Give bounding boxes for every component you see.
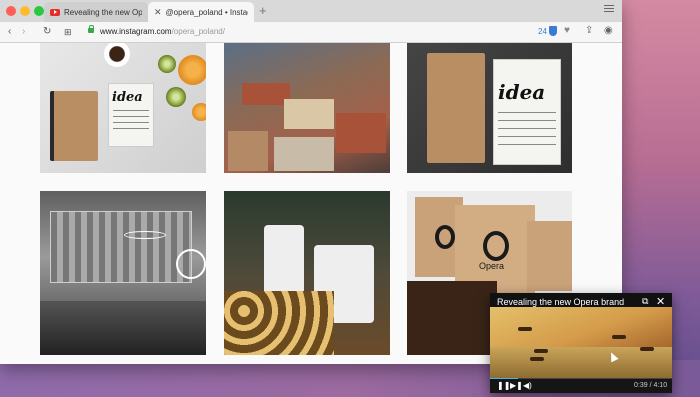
- window-minimize-button[interactable]: [20, 6, 30, 16]
- orange: [178, 55, 206, 85]
- orange: [192, 103, 206, 121]
- boat: [534, 349, 548, 353]
- video-time: 0:39 / 4:10: [634, 382, 668, 389]
- photo-flatlay[interactable]: idea: [40, 43, 206, 173]
- coffee-cup: [104, 43, 130, 67]
- plated-food: [224, 291, 334, 355]
- video-popout[interactable]: Revealing the new Opera brand ⧉ ✕ ❚❚ ▶❚ …: [490, 293, 672, 393]
- boat: [612, 335, 626, 339]
- newspaper: idea: [108, 83, 154, 147]
- boat: [640, 347, 654, 351]
- window-maximize-button[interactable]: [34, 6, 44, 16]
- ad-block-count[interactable]: 24: [538, 27, 547, 36]
- kiwi: [166, 87, 186, 107]
- newspaper: idea: [493, 59, 561, 165]
- window-close-button[interactable]: [6, 6, 16, 16]
- text-line: [113, 116, 149, 117]
- text-line: [498, 128, 556, 129]
- text-line: [113, 128, 149, 129]
- close-icon[interactable]: ✕: [656, 295, 665, 308]
- heart-icon[interactable]: ♥: [564, 25, 570, 36]
- back-to-tab-icon[interactable]: ⧉: [642, 296, 648, 307]
- lock-icon[interactable]: [88, 25, 94, 33]
- opera-logo: [435, 225, 455, 249]
- text-line: [498, 112, 556, 113]
- boat: [518, 327, 532, 331]
- close-icon[interactable]: ✕: [154, 7, 162, 18]
- new-tab-button[interactable]: +: [259, 3, 267, 18]
- boat: [530, 357, 544, 361]
- address-bar: ‹ › ↻ ⊞ www.instagram.com/opera_poland/ …: [0, 22, 622, 43]
- url-path: /opera_poland/: [171, 27, 225, 36]
- light-ring: [124, 231, 166, 239]
- video-frame[interactable]: [490, 307, 672, 379]
- kiwi: [158, 55, 176, 73]
- speed-dial-icon[interactable]: ⊞: [64, 27, 72, 38]
- reload-button[interactable]: ↻: [43, 26, 51, 37]
- light-ring: [176, 249, 206, 279]
- snapshot-icon[interactable]: ◉: [604, 25, 613, 36]
- volume-icon[interactable]: ◀): [523, 381, 532, 390]
- notebook: [50, 91, 98, 161]
- building: [284, 99, 334, 129]
- newspaper-title: idea: [498, 80, 546, 104]
- share-icon[interactable]: ⇪: [585, 25, 593, 36]
- tab-title: @opera_poland • Instagram p: [165, 7, 248, 17]
- square: [274, 137, 334, 171]
- photo-notebook[interactable]: idea: [407, 43, 572, 173]
- plaza: [40, 301, 206, 355]
- tab-instagram[interactable]: ✕ @opera_poland • Instagram p: [148, 2, 254, 22]
- photo-aerial-city[interactable]: [224, 43, 390, 173]
- text-line: [498, 144, 556, 145]
- building-facade: [50, 211, 192, 283]
- url-domain: www.instagram.com: [100, 27, 172, 36]
- chef: [264, 225, 304, 295]
- adblock-shield-icon[interactable]: [549, 26, 557, 36]
- opera-logo: [483, 231, 509, 261]
- text-line: [113, 110, 149, 111]
- roof: [336, 113, 386, 153]
- back-button[interactable]: ‹: [8, 26, 11, 37]
- tab-title: Revealing the new Opera bra: [64, 7, 142, 17]
- youtube-icon: [50, 8, 60, 16]
- paper-bag: [527, 221, 572, 291]
- tab-menu-icon[interactable]: [604, 5, 614, 14]
- photo-chefs[interactable]: [224, 191, 390, 355]
- video-title: Revealing the new Opera brand: [497, 297, 625, 307]
- tab-youtube[interactable]: Revealing the new Opera bra: [44, 2, 148, 22]
- river: [490, 347, 672, 379]
- pause-icon[interactable]: ❚❚: [497, 381, 510, 390]
- roof: [242, 83, 290, 105]
- newspaper-title: idea: [112, 90, 143, 105]
- photo-light-painting[interactable]: [40, 191, 206, 355]
- text-line: [498, 120, 556, 121]
- building: [228, 131, 268, 171]
- notebook: [427, 53, 485, 163]
- opera-wordmark: Opera: [479, 261, 505, 271]
- tab-bar: Revealing the new Opera bra ✕ @opera_pol…: [0, 0, 622, 23]
- url-field[interactable]: www.instagram.com/opera_poland/: [100, 27, 225, 36]
- next-icon[interactable]: ▶❚: [510, 381, 523, 390]
- text-line: [113, 122, 149, 123]
- table: [407, 281, 497, 355]
- forward-button[interactable]: ›: [22, 26, 25, 37]
- text-line: [498, 136, 556, 137]
